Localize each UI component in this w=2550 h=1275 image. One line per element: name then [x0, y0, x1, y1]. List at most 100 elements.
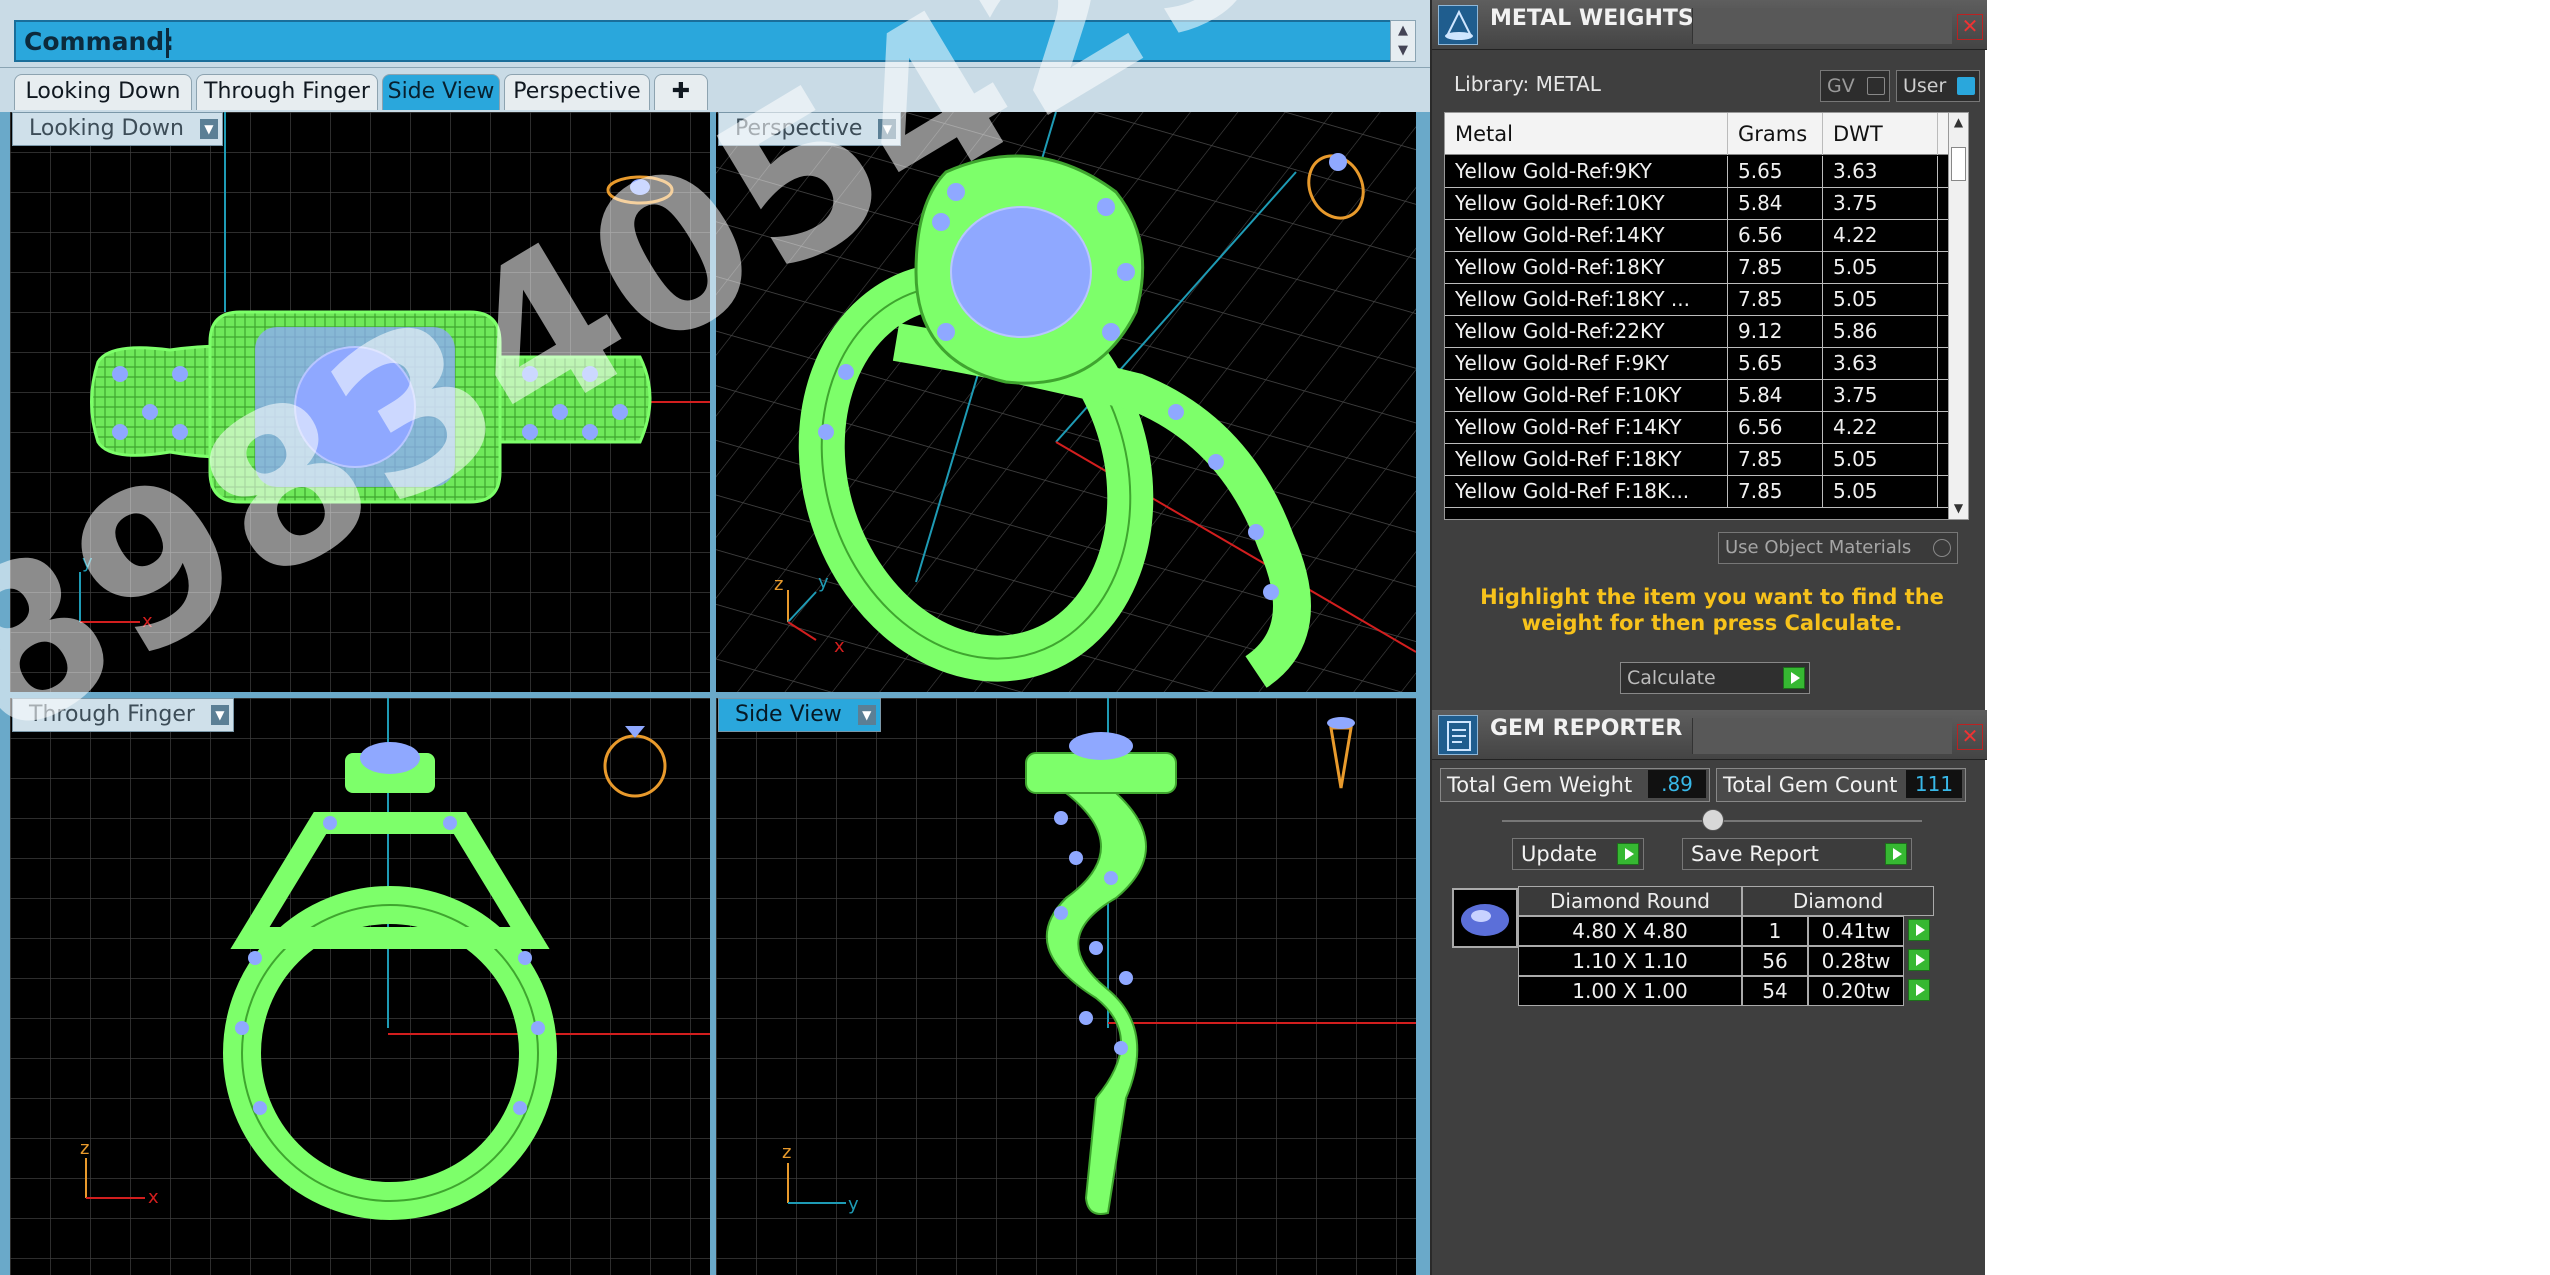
gem-reporter-title: GEM REPORTER — [1490, 716, 1683, 741]
viewport-grid: y x Looking Down ▼ z y x Perspective ▼ z… — [0, 112, 1430, 1275]
metal-table-scrollbar[interactable]: ▲ ▼ — [1948, 113, 1968, 519]
grams-cell: 5.84 — [1728, 188, 1823, 220]
user-label: User — [1903, 75, 1947, 97]
metal-name-cell: Yellow Gold-Ref F:10KY — [1445, 380, 1728, 412]
axis-z-label: z — [80, 1138, 89, 1159]
command-spinner[interactable]: ▲ ▼ — [1390, 20, 1416, 62]
toggle-knob-icon — [1957, 77, 1975, 95]
axis-y-label: y — [82, 552, 93, 573]
user-toggle[interactable]: User — [1896, 70, 1980, 102]
grams-cell: 7.85 — [1728, 444, 1823, 476]
play-icon[interactable] — [1885, 843, 1907, 865]
play-icon[interactable] — [1908, 979, 1930, 1001]
scale-icon — [1438, 5, 1478, 45]
grams-cell: 5.84 — [1728, 380, 1823, 412]
viewport-title: Perspective — [735, 116, 863, 141]
table-row[interactable]: Yellow Gold-Ref:18KY ... 7.85 5.05 — [1445, 284, 1950, 316]
dwt-cell: 3.75 — [1823, 380, 1938, 412]
viewport-title: Looking Down — [29, 116, 184, 141]
command-input[interactable]: Command: — [14, 20, 1394, 62]
update-button[interactable]: Update — [1512, 838, 1644, 870]
axis-x-label: x — [142, 611, 153, 632]
viewport-through-finger[interactable]: z x Through Finger ▼ — [10, 698, 710, 1275]
axis-y-label: y — [818, 572, 829, 593]
calculate-button[interactable]: Calculate — [1620, 662, 1810, 694]
gem-count-cell: 54 — [1742, 976, 1808, 1006]
gv-label: GV — [1827, 75, 1855, 97]
use-object-materials-label: Use Object Materials — [1725, 537, 1912, 558]
axis-x-label: x — [148, 1187, 159, 1208]
grams-cell: 9.12 — [1728, 316, 1823, 348]
total-gem-weight-label: Total Gem Weight — [1447, 773, 1633, 797]
command-bar: Command: ▲ ▼ — [0, 0, 1430, 68]
chevron-down-icon[interactable]: ▼ — [199, 119, 218, 139]
total-gem-count-value: 111 — [1906, 770, 1962, 798]
column-header-metal[interactable]: Metal — [1445, 113, 1728, 155]
table-row[interactable]: Yellow Gold-Ref:10KY 5.84 3.75 — [1445, 188, 1950, 220]
table-row[interactable]: Yellow Gold-Ref F:18K... 7.85 5.05 — [1445, 476, 1950, 508]
grams-cell: 5.65 — [1728, 156, 1823, 188]
dwt-cell: 5.86 — [1823, 316, 1938, 348]
gem-count-cell: 1 — [1742, 916, 1808, 946]
gem-size-cell: 1.00 X 1.00 — [1518, 976, 1742, 1006]
column-header-dwt[interactable]: DWT — [1823, 113, 1938, 155]
tab-perspective[interactable]: Perspective — [504, 74, 650, 110]
viewport-label-looking-down[interactable]: Looking Down ▼ — [12, 112, 223, 146]
command-label: Command: — [24, 27, 175, 56]
chevron-down-icon[interactable]: ▼ — [210, 705, 229, 725]
header-spacer — [1692, 8, 1952, 44]
close-icon[interactable]: ✕ — [1957, 724, 1983, 750]
scroll-thumb[interactable] — [1951, 147, 1966, 181]
gem-weight-cell: 0.28tw — [1808, 946, 1904, 976]
close-icon[interactable]: ✕ — [1957, 14, 1983, 40]
table-row[interactable]: Yellow Gold-Ref F:14KY 6.56 4.22 — [1445, 412, 1950, 444]
table-row[interactable]: Yellow Gold-Ref:22KY 9.12 5.86 — [1445, 316, 1950, 348]
use-object-materials-toggle[interactable]: Use Object Materials — [1718, 532, 1958, 564]
table-row[interactable]: Yellow Gold-Ref F:10KY 5.84 3.75 — [1445, 380, 1950, 412]
play-icon[interactable] — [1908, 919, 1930, 941]
viewport-side-view[interactable]: z y Side View ▼ — [716, 698, 1416, 1275]
scroll-down-icon[interactable]: ▼ — [1949, 501, 1968, 519]
viewport-label-perspective[interactable]: Perspective ▼ — [718, 112, 902, 146]
through-finger-canvas: z x — [10, 698, 710, 1275]
metal-name-cell: Yellow Gold-Ref F:18K... — [1445, 476, 1728, 508]
gem-slider-knob[interactable] — [1702, 809, 1724, 831]
metal-name-cell: Yellow Gold-Ref:18KY — [1445, 252, 1728, 284]
play-icon[interactable] — [1617, 843, 1639, 865]
tab-through-finger[interactable]: Through Finger — [196, 74, 378, 110]
table-row[interactable]: Yellow Gold-Ref:14KY 6.56 4.22 — [1445, 220, 1950, 252]
viewport-perspective[interactable]: z y x Perspective ▼ — [716, 112, 1416, 692]
save-report-button[interactable]: Save Report — [1682, 838, 1912, 870]
scroll-up-icon[interactable]: ▲ — [1949, 115, 1968, 133]
table-row[interactable]: Yellow Gold-Ref:9KY 5.65 3.63 — [1445, 156, 1950, 188]
looking-down-canvas: y x — [10, 112, 710, 692]
add-tab-button[interactable]: ✚ — [654, 74, 708, 110]
table-row[interactable]: Yellow Gold-Ref F:18KY 7.85 5.05 — [1445, 444, 1950, 476]
column-header-grams[interactable]: Grams — [1728, 113, 1823, 155]
play-icon[interactable] — [1783, 667, 1805, 689]
tab-side-view[interactable]: Side View — [382, 74, 500, 110]
tab-looking-down[interactable]: Looking Down — [14, 74, 192, 110]
metal-weights-table: Metal Grams DWT Yellow Gold-Ref:9KY 5.65 3… — [1444, 112, 1969, 520]
toggle-knob-icon — [1933, 539, 1951, 557]
dwt-cell: 4.22 — [1823, 412, 1938, 444]
gv-toggle[interactable]: GV — [1820, 70, 1890, 102]
gem-count-cell: 56 — [1742, 946, 1808, 976]
table-row[interactable]: Yellow Gold-Ref F:9KY 5.65 3.63 — [1445, 348, 1950, 380]
header-spacer — [1692, 718, 1952, 754]
table-row[interactable]: Yellow Gold-Ref:18KY 7.85 5.05 — [1445, 252, 1950, 284]
viewport-looking-down[interactable]: y x Looking Down ▼ — [10, 112, 710, 692]
spin-up-icon[interactable]: ▲ — [1391, 21, 1415, 41]
chevron-down-icon[interactable]: ▼ — [857, 705, 876, 725]
chevron-down-icon[interactable]: ▼ — [878, 119, 897, 139]
viewport-tab-bar: Looking Down Through Finger Side View Pe… — [0, 68, 1430, 112]
viewport-label-side-view[interactable]: Side View ▼ — [718, 698, 881, 732]
viewport-label-through-finger[interactable]: Through Finger ▼ — [12, 698, 234, 732]
spin-down-icon[interactable]: ▼ — [1391, 41, 1415, 61]
axis-z-label: z — [782, 1142, 791, 1163]
dwt-cell: 5.05 — [1823, 284, 1938, 316]
play-icon[interactable] — [1908, 949, 1930, 971]
dwt-cell: 3.63 — [1823, 156, 1938, 188]
metal-name-cell: Yellow Gold-Ref F:18KY — [1445, 444, 1728, 476]
grams-cell: 5.65 — [1728, 348, 1823, 380]
